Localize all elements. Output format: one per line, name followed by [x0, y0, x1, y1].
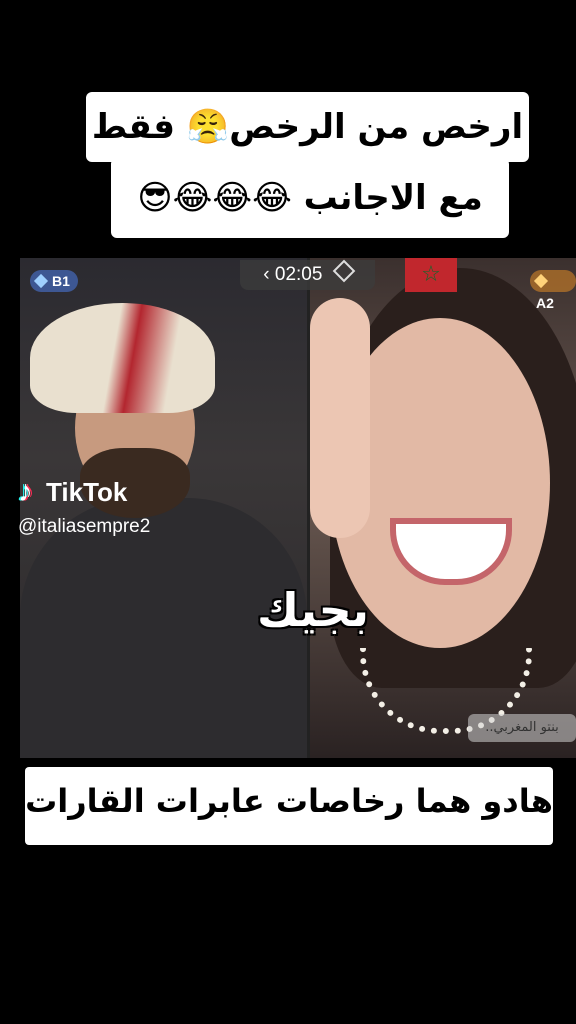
diamond-icon — [332, 259, 356, 283]
left-rank-badge: B1 — [30, 270, 78, 292]
tiktok-brand-text: TikTok — [46, 477, 128, 507]
timer-value: 02:05 — [274, 264, 323, 285]
morocco-flag-icon: ☆ — [405, 258, 457, 292]
diamond-icon — [33, 273, 49, 289]
video-subtitle: بجيك — [256, 583, 370, 637]
right-streamer-name-tag: بنتو المغربي.. — [468, 714, 576, 742]
right-stream-panel — [310, 258, 576, 758]
left-streamer-headwear — [30, 303, 215, 413]
tiktok-logo: ♪ TikTok — [18, 472, 127, 512]
top-caption-line-2: مع الاجانب 😂😂😂😎 — [111, 158, 509, 238]
diamond-icon — [533, 273, 549, 289]
top-caption-line-1: ارخص من الرخص😤 فقط — [86, 92, 529, 162]
right-rank-badge: A2 — [530, 270, 576, 311]
tiktok-note-icon: ♪ — [18, 475, 33, 508]
chevron-left-icon: ‹ — [263, 264, 270, 285]
left-rank-label: B1 — [52, 273, 70, 289]
battle-timer[interactable]: ‹ 02:05 — [240, 259, 375, 290]
right-streamer-hand — [310, 298, 370, 538]
right-rank-label: A2 — [536, 295, 554, 311]
tiktok-username: @italiasempre2 — [18, 516, 151, 537]
bottom-caption: هادو هما رخاصات عابرات القارات — [25, 767, 553, 845]
